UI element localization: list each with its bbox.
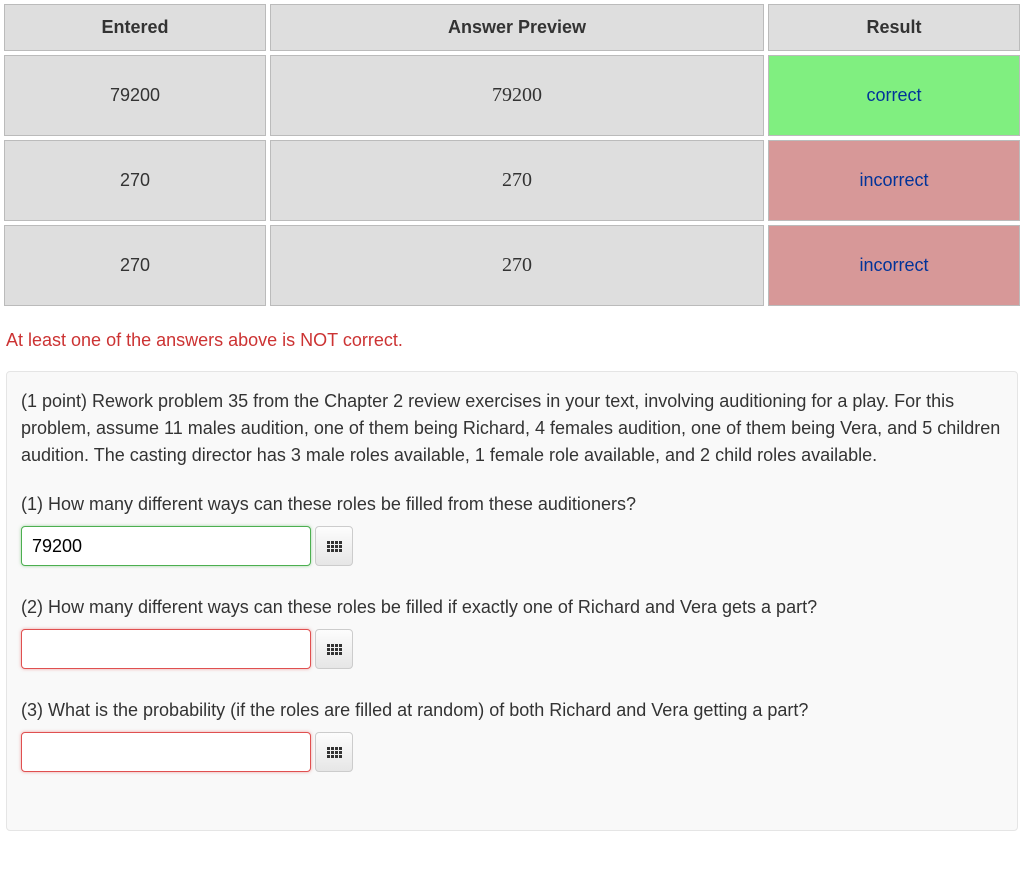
cell-entered: 79200 <box>4 55 266 136</box>
table-row: 79200 79200 correct <box>4 55 1020 136</box>
results-table: Entered Answer Preview Result 79200 7920… <box>0 0 1024 310</box>
keypad-icon <box>327 644 342 655</box>
header-entered: Entered <box>4 4 266 51</box>
cell-result: incorrect <box>768 225 1020 306</box>
error-message: At least one of the answers above is NOT… <box>6 330 1024 351</box>
cell-result: correct <box>768 55 1020 136</box>
answer-row-2 <box>21 629 1003 669</box>
table-row: 270 270 incorrect <box>4 225 1020 306</box>
cell-result: incorrect <box>768 140 1020 221</box>
keypad-button-2[interactable] <box>315 629 353 669</box>
keypad-icon <box>327 541 342 552</box>
answer-input-2[interactable] <box>21 629 311 669</box>
question-1-prompt: (1) How many different ways can these ro… <box>21 491 1003 518</box>
cell-preview: 270 <box>270 140 764 221</box>
keypad-icon <box>327 747 342 758</box>
answer-row-1 <box>21 526 1003 566</box>
header-preview: Answer Preview <box>270 4 764 51</box>
problem-box: (1 point) Rework problem 35 from the Cha… <box>6 371 1018 831</box>
cell-entered: 270 <box>4 225 266 306</box>
keypad-button-1[interactable] <box>315 526 353 566</box>
cell-entered: 270 <box>4 140 266 221</box>
cell-preview: 79200 <box>270 55 764 136</box>
cell-preview: 270 <box>270 225 764 306</box>
problem-intro: (1 point) Rework problem 35 from the Cha… <box>21 388 1003 469</box>
header-result: Result <box>768 4 1020 51</box>
question-2-prompt: (2) How many different ways can these ro… <box>21 594 1003 621</box>
answer-input-3[interactable] <box>21 732 311 772</box>
table-row: 270 270 incorrect <box>4 140 1020 221</box>
question-3-prompt: (3) What is the probability (if the role… <box>21 697 1003 724</box>
answer-input-1[interactable] <box>21 526 311 566</box>
answer-row-3 <box>21 732 1003 772</box>
keypad-button-3[interactable] <box>315 732 353 772</box>
